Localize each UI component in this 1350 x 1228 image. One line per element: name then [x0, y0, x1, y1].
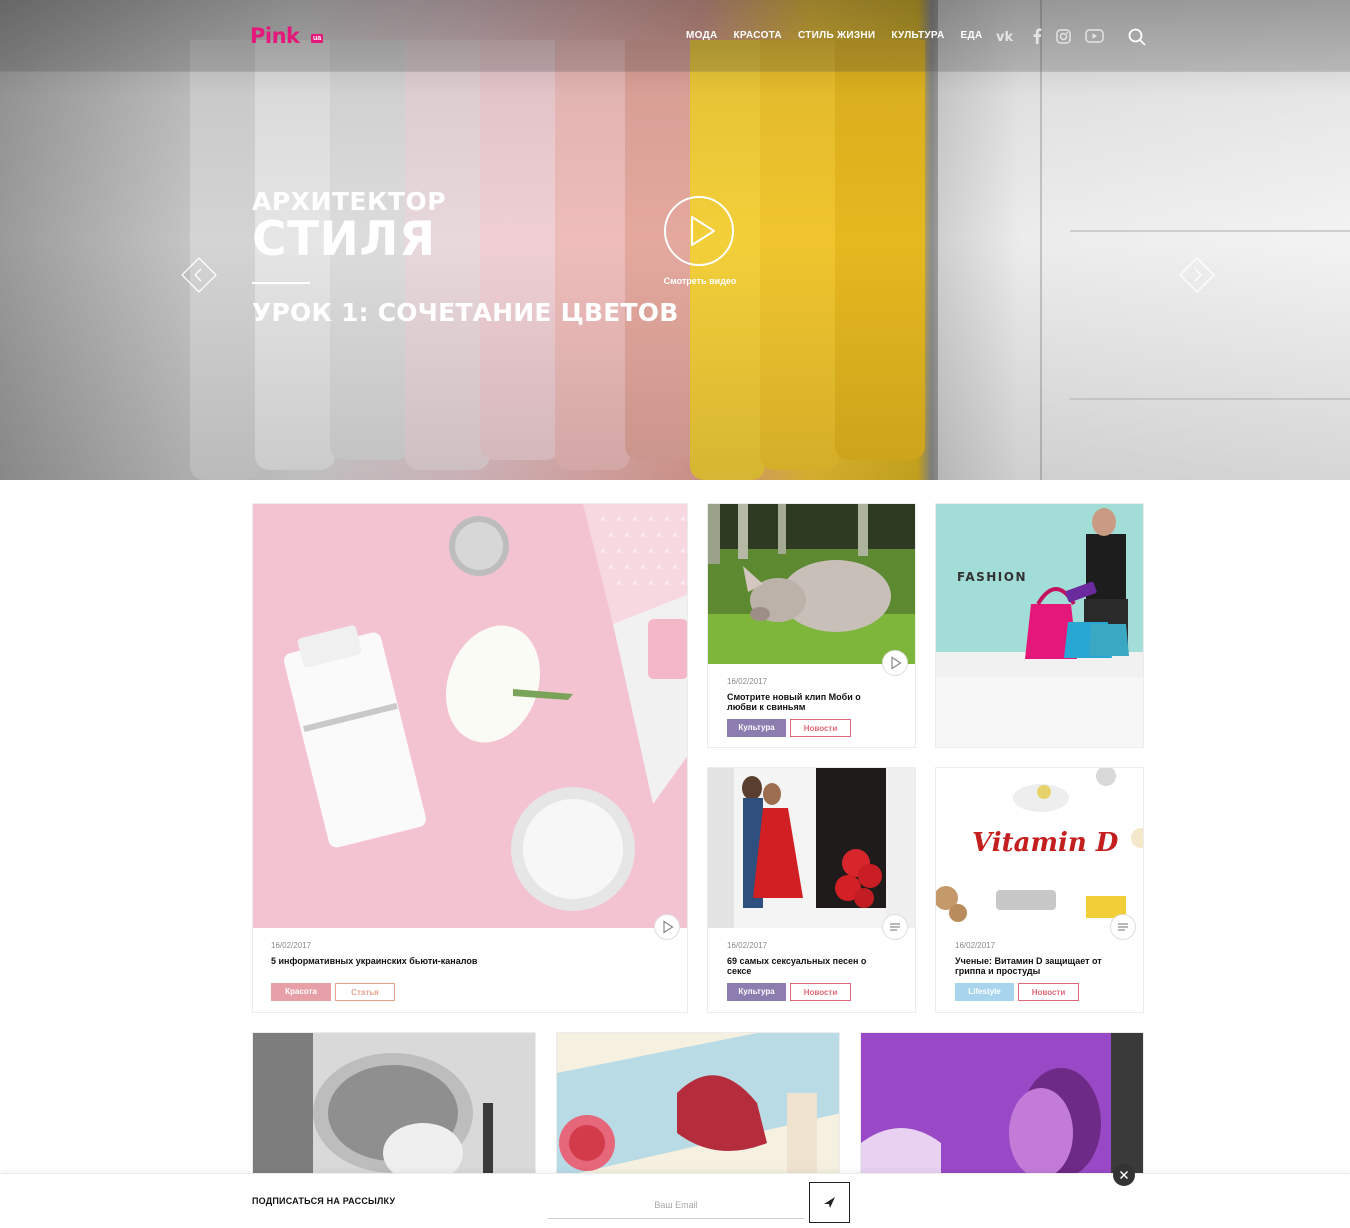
nav-item-food[interactable]: ЕДА [961, 30, 983, 41]
article-title[interactable]: Ученые: Витамин D защищает от гриппа и п… [955, 956, 1125, 976]
article-date: 16/02/2017 [727, 677, 768, 686]
article-title[interactable]: Смотрите новый клип Моби о любви к свинь… [727, 692, 887, 712]
nav-item-fashion[interactable]: МОДА [686, 30, 718, 41]
play-icon [691, 216, 715, 246]
article-title[interactable]: 69 самых сексуальных песен о сексе [727, 956, 887, 976]
article-card[interactable]: 16/02/2017 5 информативных украинских бь… [252, 503, 688, 1013]
article-date: 16/02/2017 [955, 941, 996, 950]
facebook-icon[interactable] [1032, 28, 1042, 49]
tag-lifestyle[interactable]: Lifestyle [955, 983, 1014, 1001]
hero-subtitle[interactable]: УРОК 1: СОЧЕТАНИЕ ЦВЕТОВ [252, 298, 678, 327]
article-image[interactable] [861, 1033, 1144, 1177]
youtube-icon[interactable] [1085, 29, 1104, 48]
send-icon [824, 1197, 835, 1208]
article-card[interactable]: Vitamin D 16/02/2017 Ученые: Витамин D з… [935, 767, 1144, 1013]
hero-title-line2[interactable]: СТИЛЯ [252, 214, 678, 266]
article-card[interactable]: 16/02/2017 Смотрите новый клип Моби о лю… [707, 503, 916, 748]
text-lines-icon [1118, 923, 1128, 931]
newsletter-label: ПОДПИСАТЬСЯ НА РАССЫЛКУ [252, 1196, 396, 1206]
article-image[interactable] [557, 1033, 840, 1177]
article-title[interactable]: 5 информативных украинских бьюти-каналов [271, 956, 651, 966]
close-icon [1120, 1171, 1128, 1179]
vitamin-image-text: Vitamin D [972, 828, 1119, 858]
fashion-banner-image[interactable] [936, 504, 1143, 677]
article-date: 16/02/2017 [727, 941, 768, 950]
text-lines-icon [890, 923, 900, 931]
fashion-banner[interactable]: FASHION [935, 503, 1144, 748]
newsletter-close-button[interactable] [1113, 1164, 1135, 1186]
article-image[interactable] [253, 1033, 536, 1177]
site-logo-suffix: ua [311, 34, 324, 43]
svg-text:vk: vk [996, 30, 1013, 43]
site-logo[interactable]: Pink [250, 24, 300, 48]
tag-beauty[interactable]: Красота [271, 983, 331, 1001]
newsletter-submit-button[interactable] [809, 1182, 850, 1223]
article-card[interactable] [252, 1032, 536, 1177]
watch-video-label[interactable]: Смотреть видео [652, 276, 748, 286]
card-play-button[interactable] [654, 914, 680, 940]
card-text-button[interactable] [882, 914, 908, 940]
newsletter-bar: ПОДПИСАТЬСЯ НА РАССЫЛКУ [0, 1173, 1350, 1228]
chevron-right-icon [1179, 257, 1215, 293]
search-icon[interactable] [1128, 28, 1146, 46]
hero-divider [252, 282, 310, 284]
tag-culture[interactable]: Культура [727, 983, 786, 1001]
hero-slider: Pink ua МОДА КРАСОТА СТИЛЬ ЖИЗНИ КУЛЬТУР… [0, 0, 1350, 480]
tag-news[interactable]: Новости [790, 983, 851, 1001]
tag-news[interactable]: Новости [1018, 983, 1079, 1001]
main-nav: МОДА КРАСОТА СТИЛЬ ЖИЗНИ КУЛЬТУРА ЕДА [686, 30, 982, 41]
instagram-icon[interactable] [1056, 28, 1071, 49]
chevron-left-icon [181, 257, 217, 293]
nav-item-beauty[interactable]: КРАСОТА [734, 30, 782, 41]
article-card[interactable] [860, 1032, 1144, 1177]
tag-article[interactable]: Статья [335, 983, 395, 1001]
tag-culture[interactable]: Культура [727, 719, 786, 737]
article-card[interactable] [556, 1032, 840, 1177]
hero-headline: АРХИТЕКТОР СТИЛЯ УРОК 1: СОЧЕТАНИЕ ЦВЕТО… [252, 188, 678, 327]
play-icon [663, 920, 674, 934]
article-date: 16/02/2017 [271, 941, 312, 950]
nav-item-lifestyle[interactable]: СТИЛЬ ЖИЗНИ [798, 30, 875, 41]
newsletter-email-input[interactable] [548, 1191, 804, 1219]
watch-video-play-button[interactable] [664, 196, 734, 266]
top-navigation-bar: Pink ua МОДА КРАСОТА СТИЛЬ ЖИЗНИ КУЛЬТУР… [0, 0, 1350, 72]
article-card[interactable]: 16/02/2017 69 самых сексуальных песен о … [707, 767, 916, 1013]
slider-next-arrow[interactable] [1178, 256, 1216, 294]
article-image[interactable] [708, 504, 915, 664]
card-text-button[interactable] [1110, 914, 1136, 940]
nav-item-culture[interactable]: КУЛЬТУРА [891, 30, 944, 41]
vk-icon[interactable]: vk [996, 29, 1018, 48]
social-links: vk [996, 28, 1104, 49]
play-icon [891, 656, 902, 670]
tag-news[interactable]: Новости [790, 719, 851, 737]
fashion-banner-text: FASHION [957, 570, 1028, 584]
article-image[interactable] [253, 504, 687, 928]
slider-prev-arrow[interactable] [180, 256, 218, 294]
card-play-button[interactable] [882, 650, 908, 676]
article-image[interactable] [708, 768, 915, 928]
